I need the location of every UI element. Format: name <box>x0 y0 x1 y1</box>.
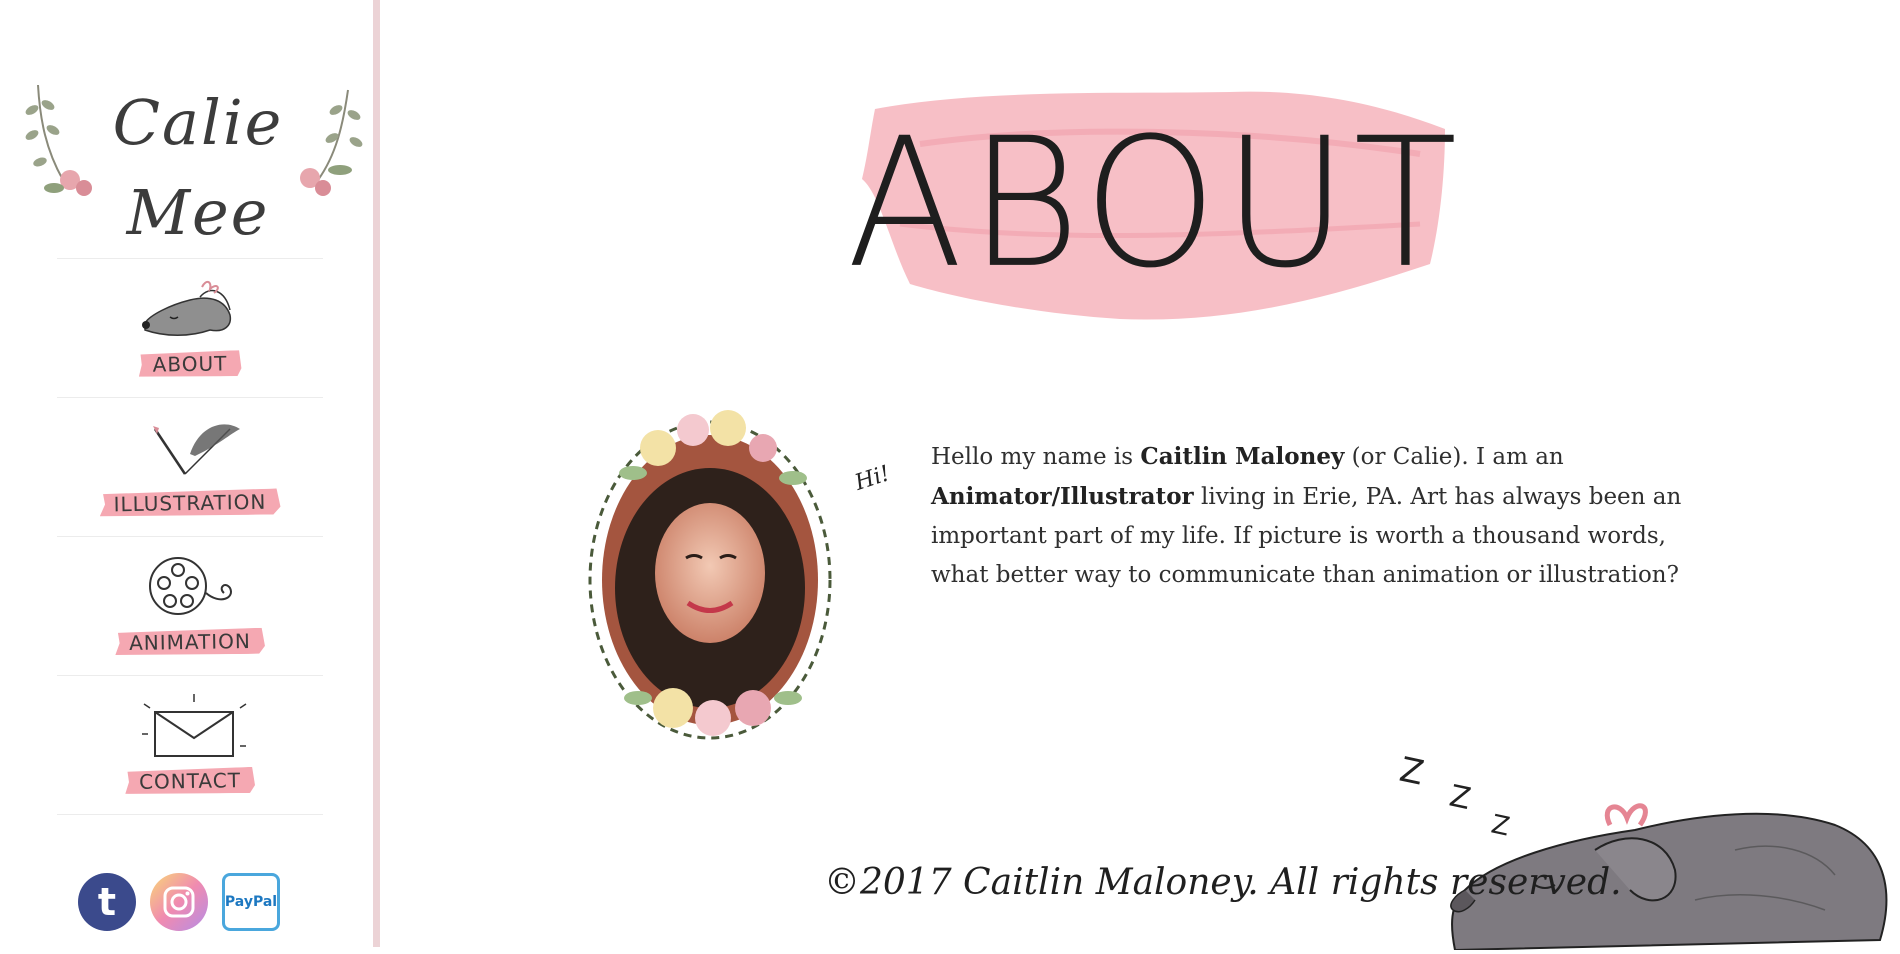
social-links: t PayPal <box>78 873 280 931</box>
nav-label: ANIMATION <box>115 628 265 657</box>
film-reel-icon <box>140 553 240 627</box>
dog-icon <box>130 275 250 349</box>
main-nav: ABOUT ILLUSTRATION ANIMATION CONTACT <box>57 258 323 815</box>
nav-item-animation[interactable]: ANIMATION <box>57 536 323 675</box>
sidebar: Calie Mee ABOUT ILLUSTRATION ANIMATION C… <box>0 0 373 947</box>
copyright-text: ©2017 Caitlin Maloney. All rights reserv… <box>824 862 1622 903</box>
nav-item-contact[interactable]: CONTACT <box>57 675 323 815</box>
nav-item-about[interactable]: ABOUT <box>57 258 323 397</box>
site-logo[interactable]: Calie Mee <box>18 70 368 249</box>
nav-label: ABOUT <box>138 350 241 378</box>
paypal-icon[interactable]: PayPal <box>222 873 280 931</box>
page-title-banner: ABOUT <box>847 84 1457 324</box>
tumblr-icon[interactable]: t <box>78 873 136 931</box>
bio-text: Hello my name is <box>931 444 1141 470</box>
sidebar-divider <box>373 0 380 947</box>
nav-label: CONTACT <box>125 767 255 795</box>
hi-callout: Hi! <box>851 461 894 496</box>
paypal-text: PayPal <box>224 894 278 910</box>
bio-name: Caitlin Maloney <box>1140 443 1345 470</box>
svg-text:Z: Z <box>1398 750 1427 794</box>
bio-role: Animator/Illustrator <box>931 483 1194 510</box>
logo-text: Calie Mee <box>112 86 284 249</box>
nav-item-illustration[interactable]: ILLUSTRATION <box>57 397 323 536</box>
envelope-icon <box>130 692 250 766</box>
main-content: ABOUT Hi! Hello my name is Caitlin Malon… <box>380 0 1900 952</box>
bio-paragraph: Hello my name is Caitlin Maloney (or Cal… <box>931 437 1691 595</box>
nav-label: ILLUSTRATION <box>99 488 280 517</box>
pencil-feather-icon <box>135 414 245 488</box>
page-title: ABOUT <box>846 100 1464 308</box>
instagram-icon[interactable] <box>150 873 208 931</box>
tumblr-glyph: t <box>97 880 117 924</box>
profile-portrait <box>578 408 853 753</box>
bio-text: (or Calie). I am an <box>1344 444 1564 470</box>
